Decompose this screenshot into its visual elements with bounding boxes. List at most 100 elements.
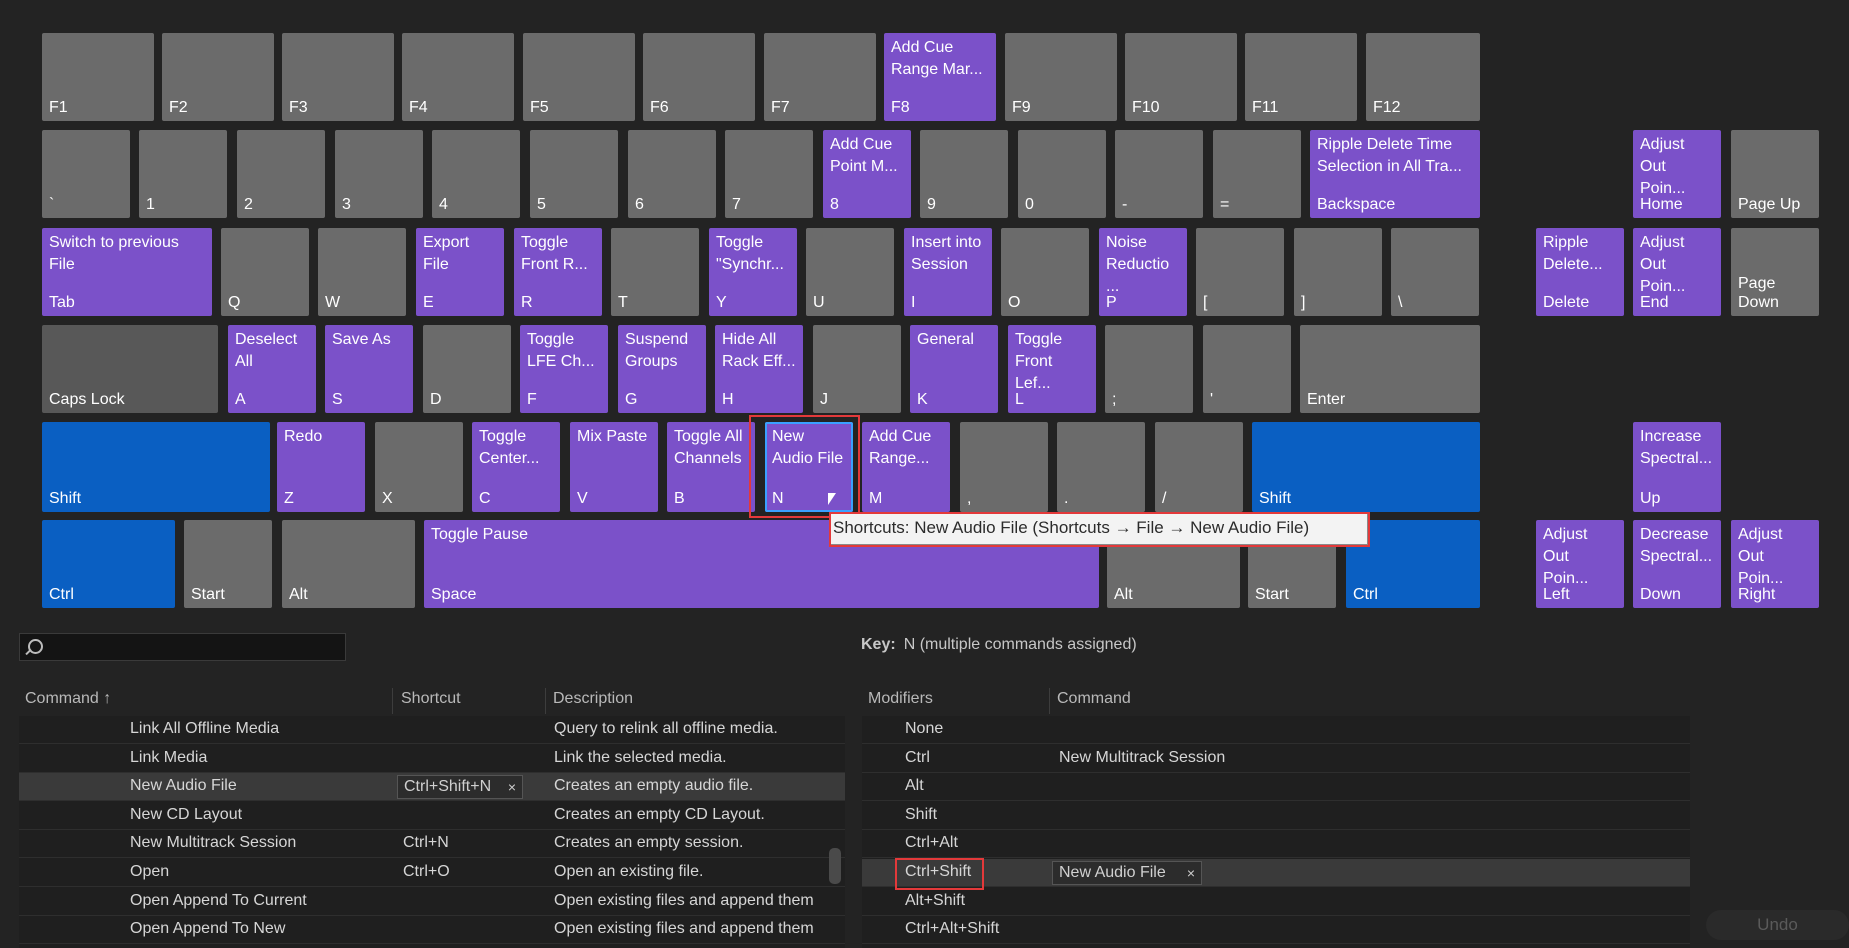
table-row[interactable]: Open Ctrl+O Open an existing file. <box>19 859 845 887</box>
key-pageup[interactable]: Page Up <box>1731 130 1819 218</box>
search-input[interactable] <box>19 633 346 661</box>
key-backslash[interactable]: \ <box>1391 228 1479 316</box>
key-s[interactable]: Save As S <box>325 325 413 413</box>
key-a[interactable]: Deselect All A <box>228 325 316 413</box>
undo-button[interactable]: Undo <box>1706 910 1849 940</box>
key-f[interactable]: Toggle LFE Ch... F <box>520 325 608 413</box>
key-pagedown[interactable]: Page Down <box>1731 228 1819 316</box>
key-e[interactable]: Export File E <box>416 228 504 316</box>
modifier-row[interactable]: Ctrl+Shift New Audio File × <box>862 859 1690 887</box>
key-rbracket[interactable]: ] <box>1294 228 1382 316</box>
key-f9[interactable]: F9 <box>1005 33 1117 121</box>
col-header-shortcut[interactable]: Shortcut <box>401 690 461 708</box>
key-f3[interactable]: F3 <box>282 33 394 121</box>
col-header-modifiers[interactable]: Modifiers <box>868 690 933 708</box>
modifier-row[interactable]: None <box>862 716 1690 744</box>
key-j[interactable]: J <box>813 325 901 413</box>
key-f1[interactable]: F1 <box>42 33 154 121</box>
table-row[interactable]: Open Append To New Open existing files an… <box>19 916 845 945</box>
key-k9[interactable]: 9 <box>920 130 1008 218</box>
col-divider[interactable] <box>1049 688 1050 714</box>
key-f2[interactable]: F2 <box>162 33 274 121</box>
key-delete[interactable]: Ripple Delete... Delete <box>1536 228 1624 316</box>
key-t[interactable]: T <box>611 228 699 316</box>
col-header-mod-command[interactable]: Command <box>1057 690 1131 708</box>
key-k1[interactable]: 1 <box>139 130 227 218</box>
key-f8[interactable]: Add Cue Range Mar... F8 <box>884 33 996 121</box>
key-k[interactable]: General K <box>910 325 998 413</box>
key-v[interactable]: Mix Paste V <box>570 422 658 512</box>
col-header-command[interactable]: Command ↑ <box>25 690 111 708</box>
key-w[interactable]: W <box>318 228 406 316</box>
key-o[interactable]: O <box>1001 228 1089 316</box>
key-end[interactable]: Adjust Out Poin... End <box>1633 228 1721 316</box>
key-z[interactable]: Redo Z <box>277 422 365 512</box>
key-f7[interactable]: F7 <box>764 33 876 121</box>
key-lbracket[interactable]: [ <box>1196 228 1284 316</box>
key-right[interactable]: Adjust Out Poin... Right <box>1731 520 1819 608</box>
key-l[interactable]: Toggle Front Lef... L <box>1008 325 1096 413</box>
key-equal[interactable]: = <box>1213 130 1301 218</box>
modifier-row[interactable]: Ctrl+Alt <box>862 830 1690 859</box>
key-f4[interactable]: F4 <box>402 33 514 121</box>
key-x[interactable]: X <box>375 422 463 512</box>
key-comma[interactable]: , <box>960 422 1048 512</box>
key-p[interactable]: Noise Reductio ... P <box>1099 228 1187 316</box>
modifier-row[interactable]: Ctrl+Alt+Shift <box>862 916 1690 945</box>
key-f12[interactable]: F12 <box>1366 33 1480 121</box>
table-row[interactable]: New CD Layout Creates an empty CD Layout. <box>19 802 845 830</box>
key-f11[interactable]: F11 <box>1245 33 1357 121</box>
key-k4[interactable]: 4 <box>432 130 520 218</box>
key-lctrl[interactable]: Ctrl <box>42 520 175 608</box>
shortcut-chip[interactable]: Ctrl+Shift+N × <box>397 775 523 800</box>
key-period[interactable]: . <box>1057 422 1145 512</box>
key-lshift[interactable]: Shift <box>42 422 270 512</box>
col-divider[interactable] <box>392 688 393 714</box>
key-y[interactable]: Toggle "Synchr... Y <box>709 228 797 316</box>
key-lstart[interactable]: Start <box>184 520 272 608</box>
col-header-description[interactable]: Description <box>553 690 633 708</box>
key-backspace[interactable]: Ripple Delete Time Selection in All Tra.… <box>1310 130 1480 218</box>
key-k2[interactable]: 2 <box>237 130 325 218</box>
remove-command-icon[interactable]: × <box>1187 862 1195 884</box>
key-capslock[interactable]: Caps Lock <box>42 325 218 413</box>
modifier-row[interactable]: Shift <box>862 802 1690 830</box>
key-k3[interactable]: 3 <box>335 130 423 218</box>
key-home[interactable]: Adjust Out Poin... Home <box>1633 130 1721 218</box>
key-up[interactable]: Increase Spectral... Up <box>1633 422 1721 512</box>
modifier-row[interactable]: Alt+Shift <box>862 888 1690 916</box>
key-f5[interactable]: F5 <box>523 33 635 121</box>
key-down[interactable]: Decrease Spectral... Down <box>1633 520 1721 608</box>
commands-scrollbar[interactable] <box>829 848 841 884</box>
key-n[interactable]: New Audio File N <box>765 422 853 512</box>
key-k7[interactable]: 7 <box>725 130 813 218</box>
key-k0[interactable]: 0 <box>1018 130 1106 218</box>
key-enter[interactable]: Enter <box>1300 325 1480 413</box>
key-rshift[interactable]: Shift <box>1252 422 1480 512</box>
key-slash[interactable]: / <box>1155 422 1243 512</box>
command-chip[interactable]: New Audio File × <box>1052 861 1202 885</box>
key-r[interactable]: Toggle Front R... R <box>514 228 602 316</box>
table-row[interactable]: Link All Offline Media Query to relink al… <box>19 716 845 744</box>
key-h[interactable]: Hide All Rack Eff... H <box>715 325 803 413</box>
key-m[interactable]: Add Cue Range... M <box>862 422 950 512</box>
key-grave[interactable]: ` <box>42 130 130 218</box>
key-minus[interactable]: - <box>1115 130 1203 218</box>
key-k5[interactable]: 5 <box>530 130 618 218</box>
key-b[interactable]: Toggle All Channels B <box>667 422 755 512</box>
remove-shortcut-icon[interactable]: × <box>508 776 516 798</box>
key-lalt[interactable]: Alt <box>282 520 415 608</box>
key-semicolon[interactable]: ; <box>1105 325 1193 413</box>
table-row[interactable]: Open Append To Current Open existing file… <box>19 888 845 916</box>
key-f10[interactable]: F10 <box>1125 33 1237 121</box>
table-row[interactable]: Link Media Link the selected media. <box>19 745 845 773</box>
modifier-row[interactable]: Alt <box>862 773 1690 802</box>
modifier-row[interactable]: Ctrl New Multitrack Session <box>862 745 1690 773</box>
key-left[interactable]: Adjust Out Poin... Left <box>1536 520 1624 608</box>
key-c[interactable]: Toggle Center... C <box>472 422 560 512</box>
key-tab[interactable]: Switch to previous File Tab <box>42 228 212 316</box>
key-i[interactable]: Insert into Session I <box>904 228 992 316</box>
key-quote[interactable]: ' <box>1203 325 1291 413</box>
key-k8[interactable]: Add Cue Point M... 8 <box>823 130 911 218</box>
table-row[interactable]: New Multitrack Session Ctrl+N Creates an e… <box>19 830 845 859</box>
